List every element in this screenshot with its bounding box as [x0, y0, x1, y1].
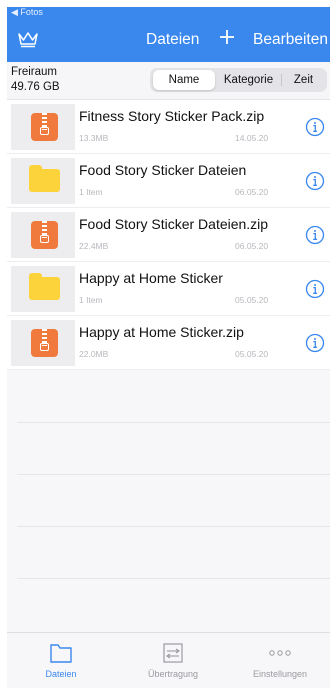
tab-dateien[interactable]: Dateien — [11, 633, 111, 688]
info-icon[interactable] — [305, 225, 325, 245]
transfer-icon — [163, 643, 183, 663]
list-item[interactable]: Fitness Story Sticker Pack.zip 13.3MB 14… — [7, 100, 330, 154]
file-item-count: 1 Item — [79, 187, 103, 197]
empty-list-area — [7, 370, 330, 632]
zip-icon — [31, 329, 58, 357]
free-space-label: Freiraum — [11, 66, 58, 78]
sort-category-tab[interactable]: Kategorie — [217, 70, 280, 90]
file-thumbnail — [11, 212, 75, 258]
folder-icon — [50, 644, 72, 663]
file-thumbnail — [11, 320, 75, 366]
file-name: Fitness Story Sticker Pack.zip — [79, 108, 265, 124]
tab-uebertragung[interactable]: Übertragung — [123, 633, 223, 688]
file-thumbnail — [11, 104, 75, 150]
tab-label: Einstellungen — [252, 669, 308, 679]
file-thumbnail — [11, 158, 75, 204]
nav-header: ◀ Fotos Dateien Bearbeiten — [7, 7, 330, 62]
folder-icon — [29, 165, 60, 192]
sort-name-tab[interactable]: Name — [153, 70, 215, 90]
file-thumbnail — [11, 266, 75, 312]
zip-icon — [31, 221, 58, 249]
tab-label: Übertragung — [147, 669, 199, 679]
page-title: Dateien — [146, 31, 200, 48]
file-name: Food Story Sticker Dateien.zip — [79, 216, 269, 232]
file-name: Food Story Sticker Dateien — [79, 162, 247, 178]
crown-icon[interactable] — [17, 30, 39, 48]
more-icon — [269, 650, 291, 656]
file-size: 22.0MB — [79, 349, 109, 359]
file-date: 05.05.20 — [235, 349, 269, 359]
file-item-count: 1 Item — [79, 295, 103, 305]
file-name: Happy at Home Sticker.zip — [79, 324, 244, 340]
sort-segmented-control: Name Kategorie Zeit — [150, 68, 327, 92]
zip-icon — [31, 113, 58, 141]
sort-bar: Freiraum 49.76 GB Name Kategorie Zeit — [7, 62, 330, 100]
info-icon[interactable] — [305, 117, 325, 137]
separator-line — [17, 474, 330, 475]
folder-icon — [29, 273, 60, 300]
tab-label: Dateien — [45, 669, 77, 679]
info-icon[interactable] — [305, 279, 325, 299]
file-date: 14.05.20 — [235, 133, 269, 143]
list-item[interactable]: Happy at Home Sticker 1 Item 05.05.20 — [7, 262, 330, 316]
file-size: 13.3MB — [79, 133, 109, 143]
file-date: 05.05.20 — [235, 295, 269, 305]
separator-line — [17, 422, 330, 423]
list-item[interactable]: Food Story Sticker Dateien 1 Item 06.05.… — [7, 154, 330, 208]
separator-line — [17, 526, 330, 527]
tab-einstellungen[interactable]: Einstellungen — [230, 633, 330, 688]
edit-button[interactable]: Bearbeiten — [253, 31, 328, 49]
file-date: 06.05.20 — [235, 187, 269, 197]
sort-time-tab[interactable]: Zeit — [282, 70, 325, 90]
separator-line — [17, 578, 330, 579]
free-space-value: 49.76 GB — [11, 81, 60, 93]
file-size: 22.4MB — [79, 241, 109, 251]
file-date: 06.05.20 — [235, 241, 269, 251]
info-icon[interactable] — [305, 333, 325, 353]
file-name: Happy at Home Sticker — [79, 270, 223, 286]
back-to-fotos-link[interactable]: ◀ Fotos — [11, 7, 43, 18]
info-icon[interactable] — [305, 171, 325, 191]
plus-icon[interactable] — [219, 27, 235, 47]
tab-bar: Dateien Übertragung Einstellungen — [7, 632, 330, 688]
list-item[interactable]: Happy at Home Sticker.zip 22.0MB 05.05.2… — [7, 316, 330, 370]
list-item[interactable]: Food Story Sticker Dateien.zip 22.4MB 06… — [7, 208, 330, 262]
